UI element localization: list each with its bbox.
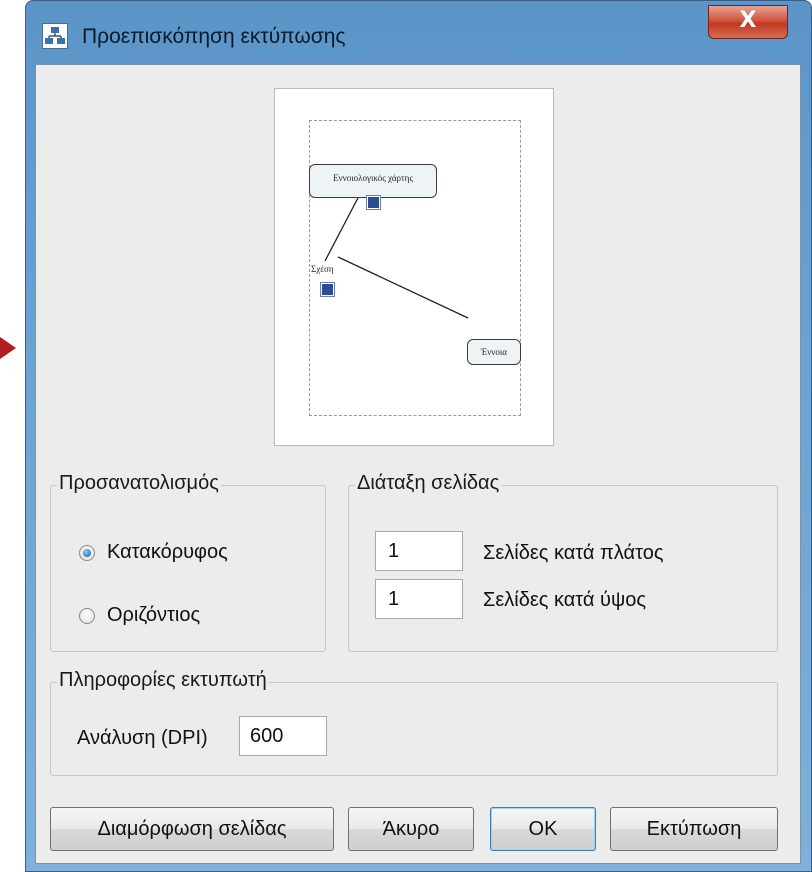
close-button[interactable]: X [708,5,788,39]
page-layout-group: Διάταξη σελίδας 1 Σελίδες κατά πλάτος 1 … [348,472,778,652]
node-link-icon [366,195,381,210]
page-preview: Εννοιολογικός χάρτης Σχέση Έννοια [274,88,554,446]
print-button[interactable]: Εκτύπωση [610,807,778,851]
preview-node-concept: Έννοια [467,339,521,365]
preview-link-label: Σχέση [311,264,334,274]
portrait-label: Κατακόρυφος [107,541,228,563]
window-title: Προεπισκόπηση εκτύπωσης [82,25,346,48]
landscape-radio[interactable] [79,607,95,624]
pages-tall-label: Σελίδες κατά ύψος [483,589,646,611]
ok-button[interactable]: OK [490,807,596,851]
orientation-legend: Προσανατολισμός [57,472,221,495]
cancel-button[interactable]: Άκυρο [348,807,474,851]
title-bar[interactable]: Προεπισκόπηση εκτύπωσης X [26,1,811,71]
pages-tall-input[interactable]: 1 [375,579,463,619]
resolution-input[interactable]: 600 [239,716,327,756]
dialog-client-area: Εννοιολογικός χάρτης Σχέση Έννοια Προσαν… [35,64,801,864]
pointer-arrow-icon [0,337,16,359]
pages-wide-input[interactable]: 1 [375,531,463,571]
portrait-radio[interactable] [79,544,95,561]
print-preview-window: Προεπισκόπηση εκτύπωσης X Εννοιολογικός … [25,0,812,872]
app-icon [42,23,68,49]
printer-info-legend: Πληροφορίες εκτυπωτή [57,669,269,692]
printer-info-group: Πληροφορίες εκτυπωτή Ανάλυση (DPI) 600 [50,669,778,776]
landscape-option[interactable]: Οριζόντιος [79,604,200,627]
page-layout-legend: Διάταξη σελίδας [355,472,502,495]
orientation-group: Προσανατολισμός Κατακόρυφος Οριζόντιος [50,472,326,652]
pages-wide-label: Σελίδες κατά πλάτος [483,542,664,564]
page-setup-button[interactable]: Διαμόρφωση σελίδας [50,807,334,851]
preview-node-concept-map: Εννοιολογικός χάρτης [309,164,437,198]
resolution-label: Ανάλυση (DPI) [77,727,208,749]
landscape-label: Οριζόντιος [107,604,201,626]
portrait-option[interactable]: Κατακόρυφος [79,541,228,564]
link-anchor-icon [320,282,335,297]
